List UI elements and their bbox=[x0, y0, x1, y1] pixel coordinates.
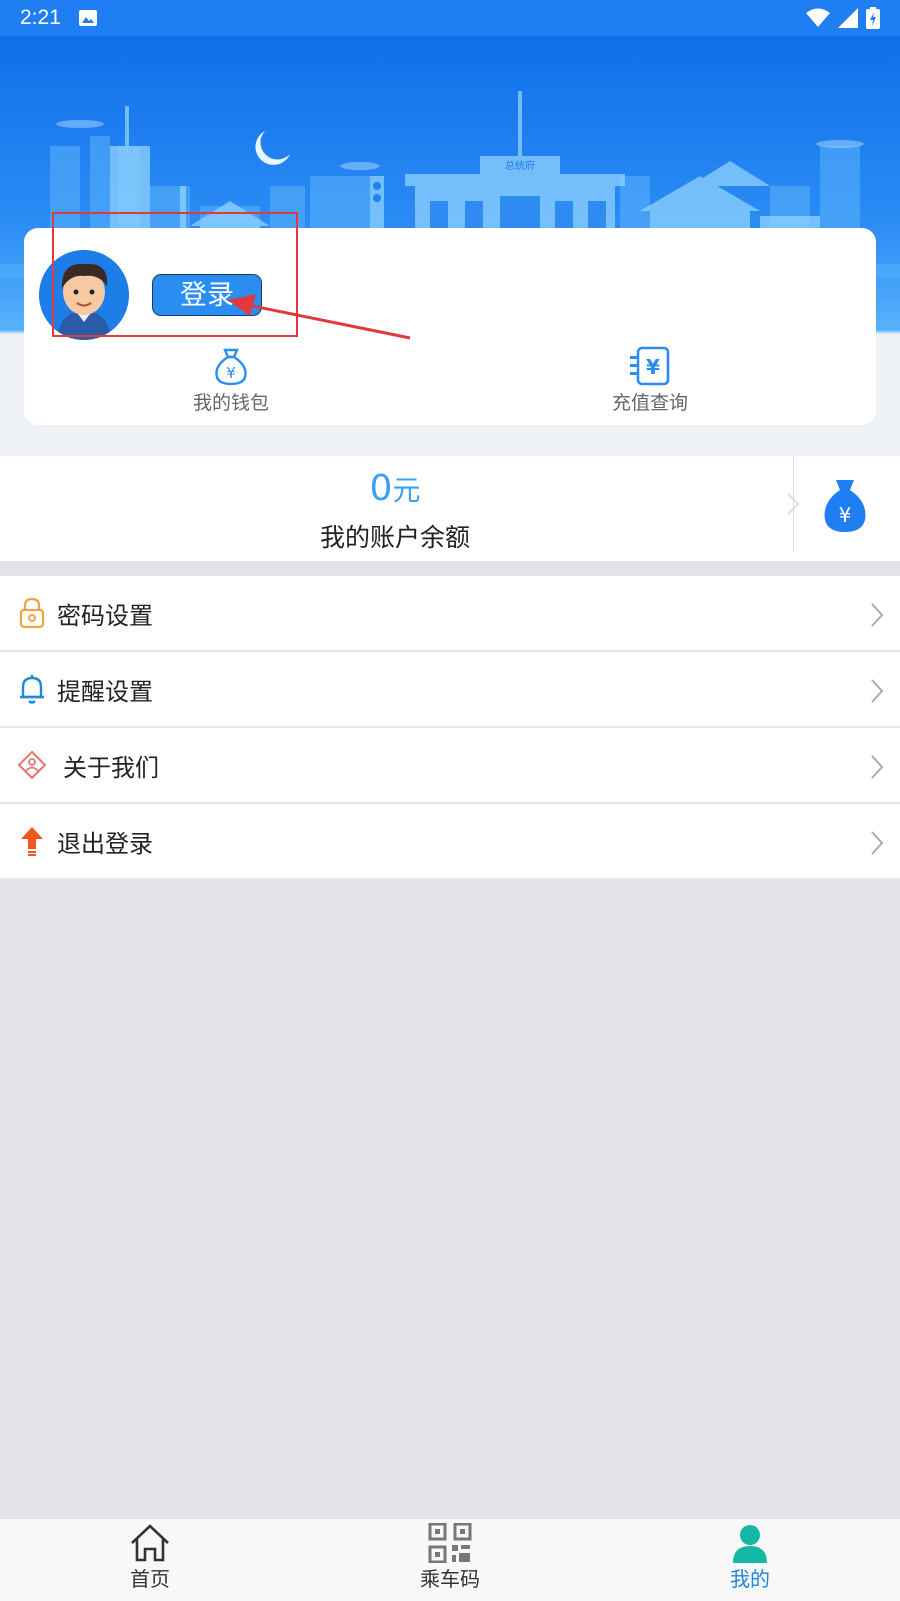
battery-icon bbox=[866, 7, 880, 29]
menu-item-about[interactable]: 关于我们 bbox=[0, 728, 900, 804]
recharge-query-button[interactable]: ¥ 充值查询 bbox=[570, 346, 730, 415]
lock-icon bbox=[19, 597, 45, 629]
my-wallet-button[interactable]: ¥ 我的钱包 bbox=[151, 346, 311, 415]
menu-label-reminder: 提醒设置 bbox=[57, 677, 153, 706]
svg-text:¥: ¥ bbox=[839, 503, 852, 527]
menu-item-reminder[interactable]: 提醒设置 bbox=[0, 652, 900, 728]
chevron-right-icon bbox=[871, 603, 884, 627]
bell-icon bbox=[20, 675, 44, 704]
balance-panel: 0元 我的账户余额 ¥ bbox=[0, 456, 900, 561]
logout-arrow-icon bbox=[21, 827, 43, 856]
chevron-right-icon bbox=[871, 679, 884, 703]
svg-text:¥: ¥ bbox=[646, 355, 660, 379]
nav-label-ride-code: 乘车码 bbox=[420, 1567, 480, 1591]
divider-notch-icon bbox=[787, 493, 800, 515]
bottom-navigation: 首页 乘车码 我的 bbox=[0, 1518, 900, 1601]
menu-label-password: 密码设置 bbox=[57, 601, 153, 630]
chevron-right-icon bbox=[871, 831, 884, 855]
nav-tab-mine[interactable]: 我的 bbox=[690, 1523, 810, 1592]
moon-icon bbox=[255, 131, 290, 165]
recharge-query-label: 充值查询 bbox=[611, 392, 688, 414]
settings-menu: 密码设置 提醒设置 关于我们 退出登录 bbox=[0, 576, 900, 880]
balance-value: 0 bbox=[369, 468, 393, 509]
my-wallet-label: 我的钱包 bbox=[192, 392, 269, 414]
menu-label-about: 关于我们 bbox=[63, 753, 159, 782]
menu-label-logout: 退出登录 bbox=[57, 829, 153, 858]
status-time: 2:21 bbox=[20, 6, 61, 29]
home-icon bbox=[131, 1524, 169, 1562]
wifi-icon bbox=[806, 8, 830, 27]
nav-label-home: 首页 bbox=[130, 1567, 170, 1591]
menu-item-logout[interactable]: 退出登录 bbox=[0, 804, 900, 880]
skyline-sign-text: 总统府 bbox=[505, 159, 535, 172]
signal-icon bbox=[838, 8, 858, 28]
recharge-list-icon: ¥ bbox=[630, 346, 670, 386]
balance-amount: 0元 bbox=[0, 468, 790, 509]
qr-code-icon bbox=[428, 1523, 472, 1563]
menu-item-password[interactable]: 密码设置 bbox=[0, 576, 900, 652]
nav-tab-home[interactable]: 首页 bbox=[90, 1523, 210, 1592]
balance-label: 我的账户余额 bbox=[319, 523, 470, 552]
nav-label-mine: 我的 bbox=[730, 1567, 770, 1591]
money-bag-icon: ¥ bbox=[215, 348, 247, 386]
about-diamond-icon bbox=[17, 750, 47, 780]
image-icon bbox=[78, 10, 97, 26]
recharge-money-bag-button[interactable]: ¥ bbox=[820, 478, 870, 534]
annotation-highlight-box bbox=[52, 212, 298, 337]
balance-unit: 元 bbox=[392, 474, 421, 507]
chevron-right-icon bbox=[871, 755, 884, 779]
person-icon bbox=[733, 1525, 767, 1563]
status-bar: 2:21 bbox=[0, 0, 900, 36]
svg-text:¥: ¥ bbox=[226, 364, 236, 382]
nav-tab-ride-code[interactable]: 乘车码 bbox=[390, 1523, 510, 1592]
